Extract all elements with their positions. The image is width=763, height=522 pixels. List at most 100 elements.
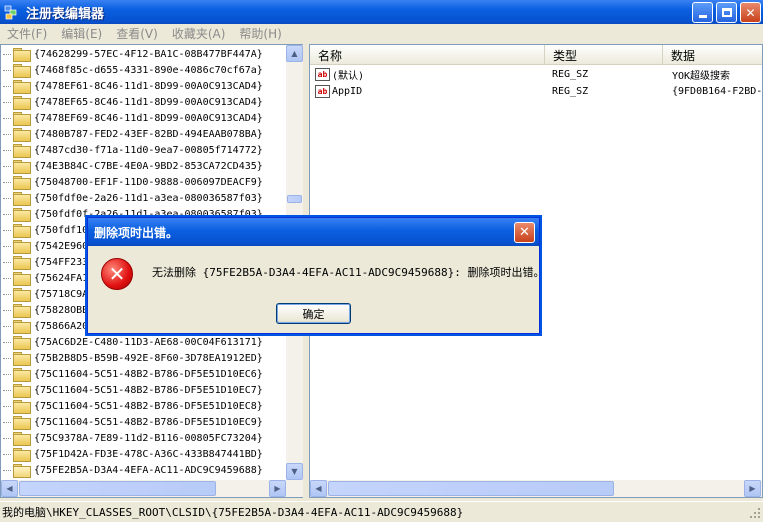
tree-item[interactable]: {75718C9A — [1, 286, 88, 302]
folder-icon — [13, 192, 31, 206]
tree-item-label: {75866A20 — [34, 320, 89, 332]
list-hscroll-thumb[interactable] — [328, 481, 614, 496]
tree-item-label: {7478EF69-8C46-11d1-8D99-00A0C913CAD4} — [34, 112, 263, 124]
string-value-icon: ab — [315, 68, 330, 81]
tree-item-label: {7487cd30-f71a-11d0-9ea7-00805f714772} — [34, 144, 263, 156]
tree-item[interactable]: {75C11604-5C51-48B2-B786-DF5E51D10EC9} — [1, 414, 263, 430]
tree-item[interactable]: {75048700-EF1F-11D0-9888-006097DEACF9} — [1, 174, 263, 190]
tree-item-label: {750fdf0e-2a26-11d1-a3ea-080036587f03} — [34, 192, 263, 204]
tree-item[interactable]: {75C9378A-7E89-11d2-B116-00805FC73204} — [1, 430, 263, 446]
tree-scroll-down-button[interactable]: ▼ — [286, 463, 303, 480]
tree-item[interactable]: {75B2B8D5-B59B-492E-8F60-3D78EA1912ED} — [1, 350, 263, 366]
tree-item[interactable]: {7478EF65-8C46-11d1-8D99-00A0C913CAD4} — [1, 94, 263, 110]
close-icon: ✕ — [745, 5, 756, 20]
menu-file[interactable]: 文件(F) — [0, 25, 54, 42]
list-row[interactable]: ab (默认) REG_SZ YOK超级搜索 — [310, 66, 762, 83]
list-scroll-right-button[interactable]: ▶ — [744, 480, 761, 497]
tree-scroll-left-button[interactable]: ◀ — [1, 480, 18, 497]
tree-item[interactable]: {75866A20 — [1, 318, 88, 334]
ok-button[interactable]: 确定 — [276, 303, 351, 324]
tree-item[interactable]: {754FF233 — [1, 254, 88, 270]
tree-item[interactable]: {7478EF61-8C46-11d1-8D99-00A0C913CAD4} — [1, 78, 263, 94]
dialog-close-button[interactable]: ✕ — [514, 222, 535, 243]
column-type-header[interactable]: 类型 — [545, 45, 663, 65]
tree-item[interactable]: {750fdf10 — [1, 222, 88, 238]
menu-view[interactable]: 查看(V) — [109, 25, 165, 42]
status-bar: 我的电脑\HKEY_CLASSES_ROOT\CLSID\{75FE2B5A-D… — [0, 501, 763, 521]
folder-icon — [13, 176, 31, 190]
tree-scroll-up-button[interactable]: ▲ — [286, 45, 303, 62]
value-data: YOK超级搜索 — [672, 71, 731, 82]
folder-icon — [13, 96, 31, 110]
arrow-down-icon: ▼ — [291, 467, 298, 476]
list-scroll-left-button[interactable]: ◀ — [310, 480, 327, 497]
tree-item[interactable]: {75C11604-5C51-48B2-B786-DF5E51D10EC6} — [1, 366, 263, 382]
folder-icon — [13, 80, 31, 94]
dialog-title-bar: 删除项时出错。 ✕ — [88, 218, 539, 246]
tree-item-label: {7478EF65-8C46-11d1-8D99-00A0C913CAD4} — [34, 96, 263, 108]
tree-item[interactable]: {75F1D42A-FD3E-478C-A36C-433B847441BD} — [1, 446, 263, 462]
list-horizontal-scrollbar[interactable]: ◀ ▶ — [310, 480, 762, 497]
tree-item[interactable]: {74628299-57EC-4F12-BA1C-08B477BF447A} — [1, 46, 263, 62]
tree-item[interactable]: {7468f85c-d655-4331-890e-4086c70cf67a} — [1, 62, 263, 78]
tree-item[interactable]: {74E3B84C-C7BE-4E0A-9BD2-853CA72CD435} — [1, 158, 263, 174]
tree-item[interactable]: {75C11604-5C51-48B2-B786-DF5E51D10EC8} — [1, 398, 263, 414]
tree-item-label: {750fdf10 — [34, 224, 89, 236]
tree-item-label: {75AC6D2E-C480-11D3-AE68-00C04F613171} — [34, 336, 263, 348]
folder-icon — [13, 144, 31, 158]
column-name-header[interactable]: 名称 — [310, 45, 545, 65]
folder-icon — [13, 368, 31, 382]
folder-icon — [13, 448, 31, 462]
folder-icon — [13, 352, 31, 366]
tree-item-label: {75C9378A-7E89-11d2-B116-00805FC73204} — [34, 432, 263, 444]
tree-item-label: {75FE2B5A-D3A4-4EFA-AC11-ADC9C9459688} — [34, 464, 263, 476]
tree-item-label: {7478EF61-8C46-11d1-8D99-00A0C913CAD4} — [34, 80, 263, 92]
minimize-button[interactable] — [692, 2, 713, 23]
tree-scroll-right-button[interactable]: ▶ — [269, 480, 286, 497]
minimize-icon — [698, 15, 707, 18]
menu-edit[interactable]: 编辑(E) — [54, 25, 109, 42]
arrow-right-icon: ▶ — [749, 484, 756, 493]
tree-item[interactable]: {75C11604-5C51-48B2-B786-DF5E51D10EC7} — [1, 382, 263, 398]
tree-hscroll-thumb[interactable] — [19, 481, 216, 496]
tree-item[interactable]: {7542E960 — [1, 238, 88, 254]
arrow-left-icon: ◀ — [6, 484, 13, 493]
list-row[interactable]: ab AppID REG_SZ {9FD0B164-F2BD- — [310, 83, 762, 100]
value-type: REG_SZ — [552, 86, 589, 97]
resize-grip-icon[interactable] — [749, 507, 761, 519]
value-name: (默认) — [332, 71, 365, 82]
tree-item[interactable]: {75828OBB — [1, 302, 88, 318]
registry-editor-icon — [4, 4, 20, 20]
column-data-header[interactable]: 数据 — [663, 45, 763, 65]
folder-icon — [13, 272, 31, 286]
tree-item[interactable]: {7480B787-FED2-43EF-82BD-494EAAB078BA} — [1, 126, 263, 142]
tree-item-label: {754FF233 — [34, 256, 89, 268]
folder-icon — [13, 432, 31, 446]
menu-favorites[interactable]: 收藏夹(A) — [165, 25, 233, 42]
tree-item-label: {75828OBB — [34, 304, 89, 316]
value-type: REG_SZ — [552, 69, 589, 80]
folder-icon — [13, 128, 31, 142]
tree-item[interactable]: {750fdf0e-2a26-11d1-a3ea-080036587f03} — [1, 190, 263, 206]
tree-item-label: {75F1D42A-FD3E-478C-A36C-433B847441BD} — [34, 448, 263, 460]
tree-item[interactable]: {75624FA1 — [1, 270, 88, 286]
folder-icon — [13, 416, 31, 430]
tree-scroll-thumb[interactable] — [287, 195, 302, 203]
tree-item[interactable]: {75FE2B5A-D3A4-4EFA-AC11-ADC9C9459688} — [1, 462, 263, 478]
tree-item[interactable]: {7478EF69-8C46-11d1-8D99-00A0C913CAD4} — [1, 110, 263, 126]
arrow-right-icon: ▶ — [274, 484, 281, 493]
maximize-button[interactable] — [716, 2, 737, 23]
tree-item-label: {75C11604-5C51-48B2-B786-DF5E51D10EC7} — [34, 384, 263, 396]
dialog-message: 无法删除 {75FE2B5A-D3A4-4EFA-AC11-ADC9C94596… — [152, 266, 545, 279]
close-button[interactable]: ✕ — [740, 2, 761, 23]
folder-icon — [13, 160, 31, 174]
tree-horizontal-scrollbar[interactable]: ◀ ▶ — [1, 480, 303, 497]
tree-item[interactable]: {75AC6D2E-C480-11D3-AE68-00C04F613171} — [1, 334, 263, 350]
tree-item-label: {74E3B84C-C7BE-4E0A-9BD2-853CA72CD435} — [34, 160, 263, 172]
maximize-icon — [721, 8, 732, 17]
tree-item[interactable]: {7487cd30-f71a-11d0-9ea7-00805f714772} — [1, 142, 263, 158]
error-icon: ✕ — [101, 258, 133, 290]
menu-help[interactable]: 帮助(H) — [232, 25, 288, 42]
tree-item-label: {75C11604-5C51-48B2-B786-DF5E51D10EC8} — [34, 400, 263, 412]
folder-icon — [13, 208, 31, 222]
